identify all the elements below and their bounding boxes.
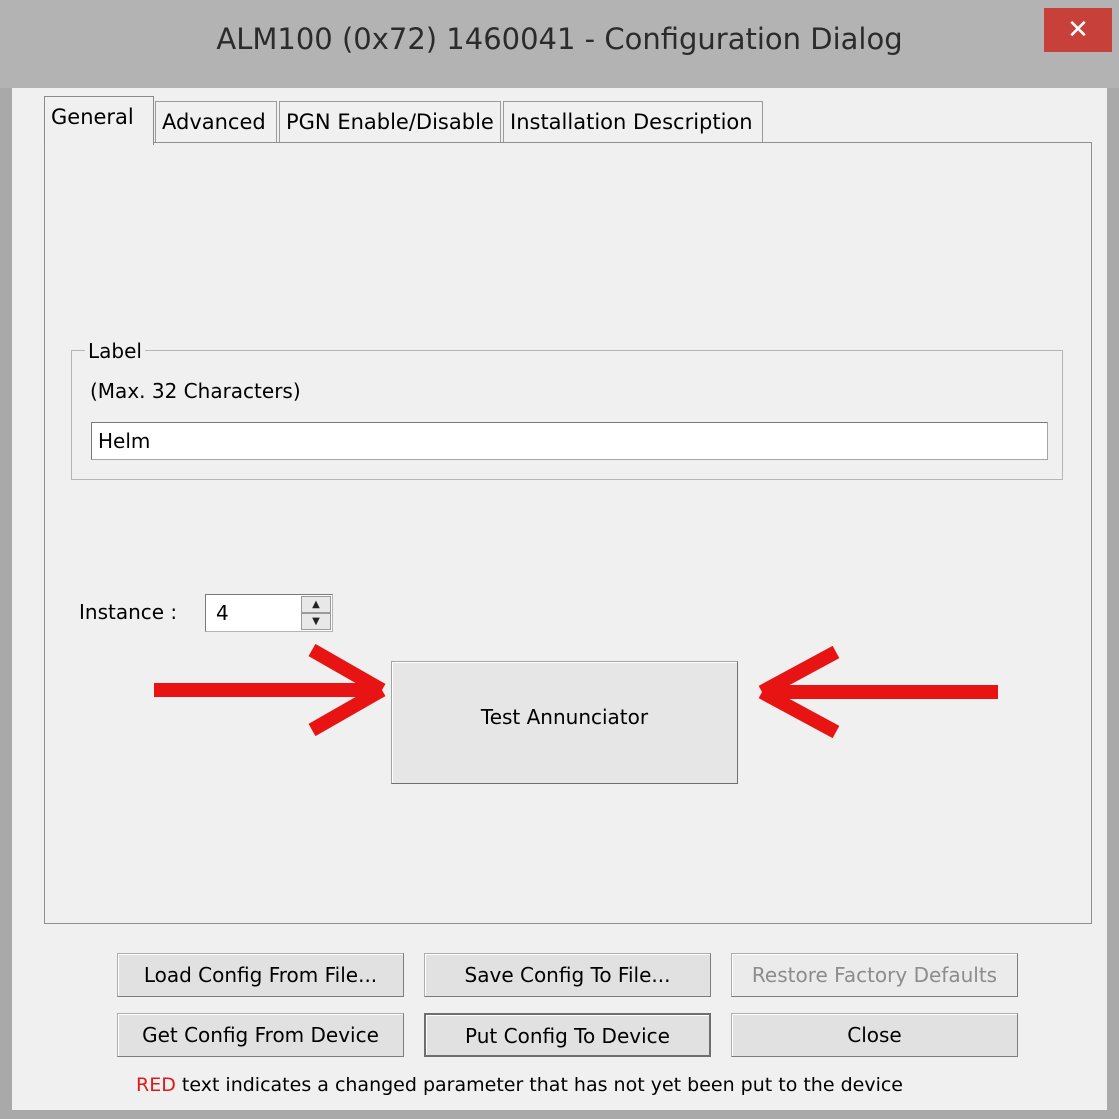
instance-value[interactable]: 4 (216, 601, 229, 625)
tab-general[interactable]: General (44, 96, 154, 145)
get-config-button[interactable]: Get Config From Device (117, 1013, 404, 1057)
tab-installation-description[interactable]: Installation Description (503, 101, 763, 144)
tab-advanced-label: Advanced (162, 110, 266, 134)
spin-down-button[interactable]: ▼ (301, 613, 331, 630)
close-label: Close (847, 1023, 902, 1047)
test-annunciator-button[interactable]: Test Annunciator (391, 661, 738, 784)
label-input[interactable] (91, 422, 1048, 460)
note-text: text indicates a changed parameter that … (181, 1074, 903, 1096)
get-config-label: Get Config From Device (142, 1023, 379, 1047)
label-groupbox: Label (Max. 32 Characters) (71, 339, 1063, 480)
window-title: ALM100 (0x72) 1460041 - Configuration Di… (216, 22, 903, 56)
right-pointing-arrow-icon (154, 644, 386, 737)
general-tab-panel: Label (Max. 32 Characters) Instance : 4 … (44, 142, 1092, 924)
load-config-button[interactable]: Load Config From File... (117, 953, 404, 997)
title-bar[interactable]: ALM100 (0x72) 1460041 - Configuration Di… (0, 0, 1119, 88)
save-config-label: Save Config To File... (464, 963, 671, 987)
tab-general-label: General (51, 105, 134, 129)
close-window-button[interactable]: ✕ (1044, 8, 1112, 52)
instance-spinner[interactable]: 4 ▲ ▼ (205, 594, 333, 632)
caret-up-icon: ▲ (312, 599, 320, 610)
changed-parameter-note: RED text indicates a changed parameter t… (136, 1074, 903, 1096)
instance-label: Instance : (79, 600, 178, 624)
caret-down-icon: ▼ (312, 616, 320, 627)
test-annunciator-label: Test Annunciator (480, 705, 649, 729)
red-word: RED (136, 1074, 176, 1096)
label-max-hint: (Max. 32 Characters) (90, 379, 301, 403)
spin-up-button[interactable]: ▲ (301, 596, 331, 613)
close-icon: ✕ (1067, 15, 1089, 45)
save-config-button[interactable]: Save Config To File... (424, 953, 711, 997)
tab-pgn-label: PGN Enable/Disable (286, 110, 494, 134)
load-config-label: Load Config From File... (143, 963, 378, 987)
tab-installation-label: Installation Description (510, 110, 753, 134)
label-group-title: Label (85, 339, 145, 363)
config-dialog-window: ALM100 (0x72) 1460041 - Configuration Di… (0, 0, 1119, 1119)
restore-defaults-label: Restore Factory Defaults (751, 963, 998, 987)
dialog-client-area: General Advanced PGN Enable/Disable Inst… (12, 88, 1107, 1110)
close-button[interactable]: Close (731, 1013, 1018, 1057)
restore-defaults-button[interactable]: Restore Factory Defaults (731, 953, 1018, 997)
put-config-button[interactable]: Put Config To Device (424, 1013, 711, 1057)
left-pointing-arrow-icon (758, 646, 998, 739)
put-config-label: Put Config To Device (465, 1024, 670, 1048)
tab-advanced[interactable]: Advanced (155, 101, 277, 144)
tab-pgn-enable-disable[interactable]: PGN Enable/Disable (279, 101, 501, 144)
